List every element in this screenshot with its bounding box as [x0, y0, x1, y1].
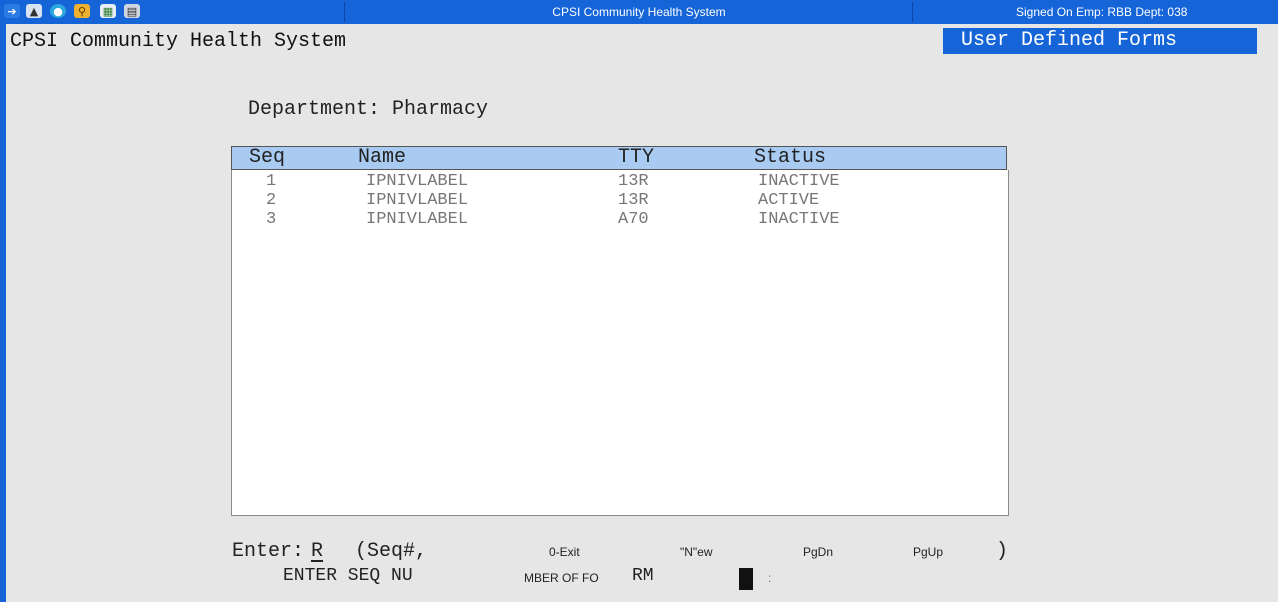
- row-name: IPNIVLABEL: [366, 210, 469, 229]
- command-prompt-area: Enter: R (Seq#, 0-Exit "N"ew PgDn PgUp )…: [0, 535, 1278, 595]
- list-item[interactable]: 1 IPNIVLABEL 13R INACTIVE: [232, 172, 1008, 192]
- row-seq: 1: [266, 172, 277, 191]
- title-bar: ➔ ▲ ● ⚲ ▦ ▤ CPSI Community Health System…: [0, 0, 1278, 24]
- help-colon: :: [768, 571, 772, 585]
- grid-header: Seq Name TTY Status: [231, 146, 1007, 170]
- forms-list[interactable]: 1 IPNIVLABEL 13R INACTIVE 2 IPNIVLABEL 1…: [231, 170, 1009, 516]
- form-title-badge: User Defined Forms: [943, 28, 1257, 54]
- row-seq: 3: [266, 210, 277, 229]
- signed-on-status: Signed On Emp: RBB Dept: 038: [1016, 5, 1188, 19]
- row-name: IPNIVLABEL: [366, 191, 469, 210]
- help-text-part2: MBER OF FO: [524, 571, 599, 585]
- row-name: IPNIVLABEL: [366, 172, 469, 191]
- column-header-seq: Seq: [249, 146, 286, 169]
- row-seq: 2: [266, 191, 277, 210]
- list-item[interactable]: 3 IPNIVLABEL A70 INACTIVE: [232, 210, 1008, 230]
- seq-option-label: (Seq#,: [355, 540, 428, 563]
- text-cursor: [739, 568, 753, 590]
- row-status: ACTIVE: [758, 191, 820, 210]
- column-header-status: Status: [754, 146, 827, 169]
- row-status: INACTIVE: [758, 210, 840, 229]
- column-header-tty: TTY: [618, 146, 655, 169]
- close-paren: ): [996, 540, 1009, 563]
- department-label: Department: Pharmacy: [248, 98, 489, 121]
- list-item[interactable]: 2 IPNIVLABEL 13R ACTIVE: [232, 191, 1008, 211]
- enter-label: Enter:: [232, 540, 305, 563]
- command-input[interactable]: R: [311, 540, 323, 563]
- help-text-part1: ENTER SEQ NU: [283, 566, 413, 586]
- help-text-part3: RM: [632, 566, 654, 586]
- row-status: INACTIVE: [758, 172, 840, 191]
- page-down-option[interactable]: PgDn: [803, 545, 833, 559]
- row-tty: 13R: [618, 191, 649, 210]
- new-option[interactable]: "N"ew: [680, 545, 713, 559]
- row-tty: 13R: [618, 172, 649, 191]
- exit-option[interactable]: 0-Exit: [549, 545, 580, 559]
- row-tty: A70: [618, 210, 649, 229]
- page-up-option[interactable]: PgUp: [913, 545, 943, 559]
- column-header-name: Name: [358, 146, 407, 169]
- window-left-border: [0, 24, 6, 602]
- system-name-heading: CPSI Community Health System: [10, 30, 347, 53]
